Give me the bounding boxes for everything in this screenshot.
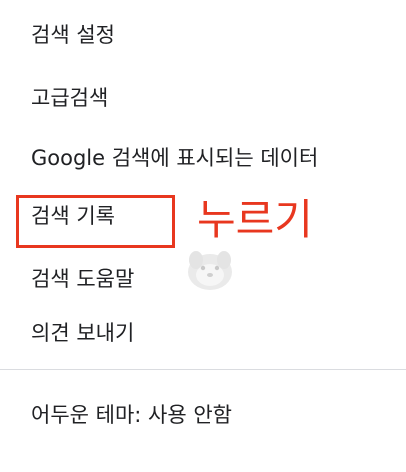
menu-item-search-history[interactable]: 검색 기록 — [31, 202, 115, 230]
menu-item-advanced-search[interactable]: 고급검색 — [31, 84, 108, 112]
menu-item-search-help[interactable]: 검색 도움말 — [31, 265, 134, 293]
menu-item-search-settings[interactable]: 검색 설정 — [31, 21, 115, 49]
menu-divider — [0, 369, 406, 370]
annotation-label: 누르기 — [197, 195, 313, 244]
menu-item-send-feedback[interactable]: 의견 보내기 — [31, 319, 134, 347]
menu-item-dark-theme[interactable]: 어두운 테마: 사용 안함 — [31, 401, 232, 429]
menu-item-your-data-in-search[interactable]: Google 검색에 표시되는 데이터 — [31, 144, 318, 172]
